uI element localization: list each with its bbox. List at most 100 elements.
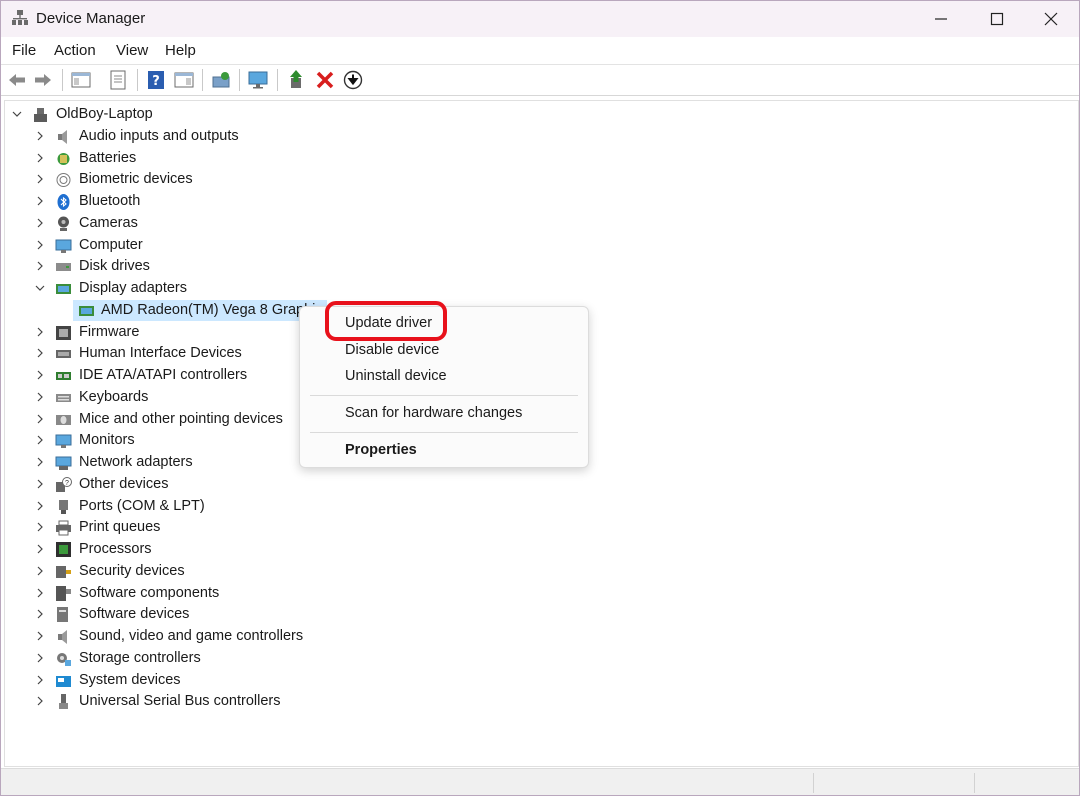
unknown-device-icon: ?	[55, 476, 72, 493]
action-pane-icon[interactable]	[173, 69, 195, 91]
tree-category[interactable]: Display adapters	[5, 278, 405, 299]
chevron-right-icon[interactable]	[34, 565, 46, 577]
chevron-right-icon[interactable]	[34, 478, 46, 490]
svg-text:?: ?	[65, 480, 69, 487]
selected-device-row[interactable]: AMD Radeon(TM) Vega 8 Graphi	[73, 299, 327, 321]
chevron-right-icon[interactable]	[34, 173, 46, 185]
tree-category[interactable]: System devices	[5, 670, 405, 691]
uninstall-icon[interactable]	[314, 69, 336, 91]
chevron-right-icon[interactable]	[34, 652, 46, 664]
tree-category-label: Audio inputs and outputs	[79, 127, 239, 144]
chevron-right-icon[interactable]	[34, 608, 46, 620]
chevron-right-icon[interactable]	[34, 260, 46, 272]
download-icon[interactable]	[342, 69, 364, 91]
chevron-right-icon[interactable]	[34, 130, 46, 142]
monitor-icon[interactable]	[247, 69, 269, 91]
chevron-down-icon[interactable]	[34, 282, 46, 294]
chevron-down-icon[interactable]	[11, 108, 23, 120]
status-divider	[974, 773, 976, 793]
tree-category-label: Processors	[79, 541, 152, 557]
device-manager-app-icon	[11, 9, 29, 27]
chevron-right-icon[interactable]	[34, 695, 46, 707]
tree-category[interactable]: Computer	[5, 235, 405, 256]
display-adapter-icon	[55, 280, 72, 297]
menu-bar: File Action View Help	[1, 37, 1079, 63]
chevron-right-icon[interactable]	[34, 630, 46, 642]
tree-category[interactable]: Software components	[5, 583, 405, 604]
tree-category[interactable]: Cameras	[5, 213, 405, 234]
tree-category-label: Ports (COM & LPT)	[79, 497, 205, 514]
back-icon[interactable]	[6, 69, 28, 91]
tree-category[interactable]: Sound, video and game controllers	[5, 626, 405, 647]
forward-icon[interactable]	[32, 69, 54, 91]
tree-category-label: Universal Serial Bus controllers	[79, 693, 281, 710]
bluetooth-icon	[55, 193, 72, 210]
chevron-right-icon[interactable]	[34, 369, 46, 381]
help-icon[interactable]: ?	[145, 69, 167, 91]
scan-hardware-menu-item[interactable]: Scan for hardware changes	[345, 405, 522, 421]
maximize-button[interactable]	[969, 1, 1025, 37]
chevron-right-icon[interactable]	[34, 413, 46, 425]
usb-icon	[55, 693, 72, 710]
chevron-right-icon[interactable]	[34, 521, 46, 533]
system-device-icon	[55, 672, 72, 689]
tree-category[interactable]: Universal Serial Bus controllers	[5, 691, 405, 712]
tree-root[interactable]: OldBoy-Laptop	[5, 104, 405, 125]
chevron-right-icon[interactable]	[34, 239, 46, 251]
chevron-right-icon[interactable]	[34, 152, 46, 164]
show-hide-console-tree-icon[interactable]	[70, 69, 92, 91]
menu-separator	[310, 395, 578, 396]
svg-text:?: ?	[152, 74, 160, 89]
chevron-right-icon[interactable]	[34, 674, 46, 686]
mouse-icon	[55, 411, 72, 428]
chevron-right-icon[interactable]	[34, 587, 46, 599]
tree-category[interactable]: Ports (COM & LPT)	[5, 496, 405, 517]
chevron-right-icon[interactable]	[34, 434, 46, 446]
tree-category-label: Firmware	[79, 323, 140, 340]
menu-file[interactable]: File	[12, 42, 36, 59]
tree-category-label: System devices	[79, 671, 181, 688]
tree-category[interactable]: Print queues	[5, 517, 405, 538]
security-device-icon	[55, 563, 72, 580]
uninstall-device-menu-item[interactable]: Uninstall device	[345, 368, 447, 384]
selected-device-label: AMD Radeon(TM) Vega 8 Graphi	[101, 301, 316, 318]
printer-icon	[55, 519, 72, 536]
firmware-icon	[55, 324, 72, 341]
properties-icon[interactable]	[107, 69, 129, 91]
chevron-right-icon[interactable]	[34, 543, 46, 555]
chevron-right-icon[interactable]	[34, 217, 46, 229]
tree-category[interactable]: Processors	[5, 539, 405, 560]
chevron-right-icon[interactable]	[34, 500, 46, 512]
hid-icon	[55, 345, 72, 362]
tree-category-label: Batteries	[79, 149, 137, 166]
tree-category[interactable]: ? Other devices	[5, 474, 405, 495]
chevron-right-icon[interactable]	[34, 391, 46, 403]
menu-separator	[310, 432, 578, 433]
menu-view[interactable]: View	[116, 42, 148, 59]
chevron-right-icon[interactable]	[34, 326, 46, 338]
scan-hardware-icon[interactable]	[210, 69, 232, 91]
close-button[interactable]	[1023, 1, 1079, 37]
tree-category[interactable]: Software devices	[5, 604, 405, 625]
tree-category[interactable]: Disk drives	[5, 256, 405, 277]
tree-category[interactable]: Storage controllers	[5, 648, 405, 669]
chevron-right-icon[interactable]	[34, 195, 46, 207]
disable-device-menu-item[interactable]: Disable device	[345, 342, 439, 358]
chevron-right-icon[interactable]	[34, 347, 46, 359]
tree-category[interactable]: Bluetooth	[5, 191, 405, 212]
tree-category-label: Cameras	[79, 214, 138, 231]
properties-menu-item[interactable]: Properties	[345, 442, 417, 458]
tree-category-label: Network adapters	[79, 454, 193, 470]
toolbar-separator	[277, 69, 278, 91]
tree-category[interactable]: Audio inputs and outputs	[5, 126, 405, 147]
chevron-right-icon[interactable]	[34, 456, 46, 468]
minimize-button[interactable]	[913, 1, 969, 37]
menu-help[interactable]: Help	[165, 42, 196, 59]
update-driver-icon[interactable]	[286, 69, 308, 91]
title-bar[interactable]: Device Manager	[1, 1, 1079, 37]
tree-category[interactable]: Biometric devices	[5, 169, 405, 190]
menu-action[interactable]: Action	[54, 42, 96, 59]
tree-category[interactable]: Security devices	[5, 561, 405, 582]
close-icon	[1044, 12, 1058, 26]
tree-category[interactable]: Batteries	[5, 148, 405, 169]
